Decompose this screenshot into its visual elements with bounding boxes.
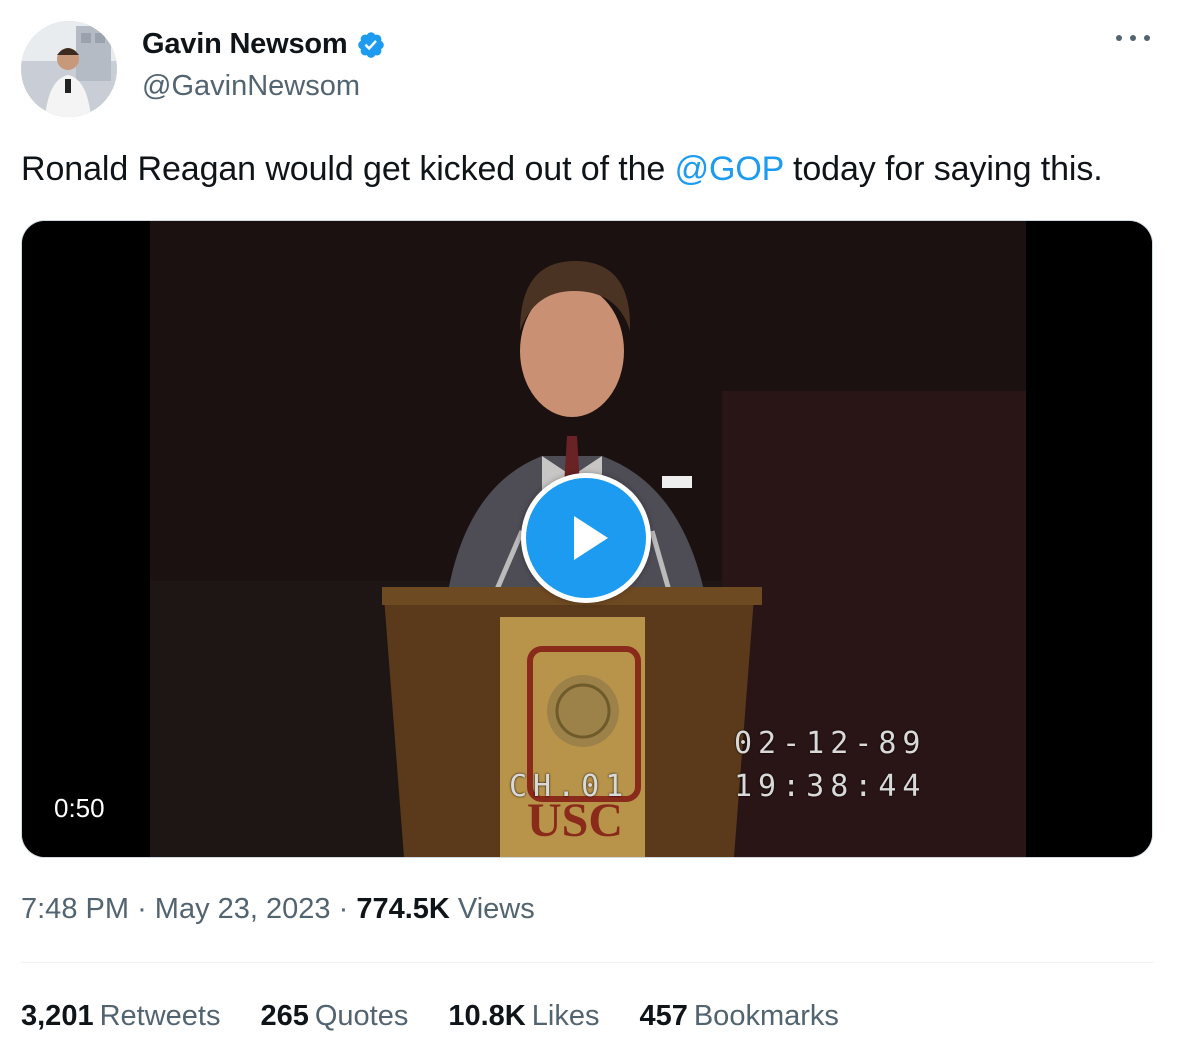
video-player[interactable]: CH.01 USC 02-12-89 19:38:44 0:50 xyxy=(21,220,1153,858)
author-name-row: Gavin Newsom xyxy=(142,28,386,61)
views-count: 774.5K xyxy=(356,893,450,925)
osd-date: 02-12-89 xyxy=(734,726,927,761)
osd-podium-logo: USC xyxy=(527,794,624,847)
avatar[interactable] xyxy=(21,21,117,117)
stat-label: Retweets xyxy=(99,1000,221,1032)
meta-separator: · xyxy=(137,893,147,925)
engagement-stats: 3,201 Retweets 265 Quotes 10.8K Likes 457 Bo… xyxy=(21,1000,879,1033)
play-button[interactable] xyxy=(521,473,651,603)
meta-separator: · xyxy=(338,893,349,925)
stat-retweets[interactable]: 3,201 Retweets xyxy=(21,1000,220,1033)
stat-likes[interactable]: 10.8K Likes xyxy=(448,1000,599,1033)
author-display-name[interactable]: Gavin Newsom xyxy=(142,28,348,61)
tweet-text: Ronald Reagan would get kicked out of th… xyxy=(21,150,1103,189)
tweet-date[interactable]: May 23, 2023 xyxy=(155,893,331,925)
mention-link[interactable]: @GOP xyxy=(675,150,784,188)
views-label: Views xyxy=(457,893,535,925)
tweet: Gavin Newsom @GavinNewsom Ronald Reagan … xyxy=(0,0,1180,1056)
divider xyxy=(21,962,1154,963)
osd-time: 19:38:44 xyxy=(734,769,927,804)
stat-count: 457 xyxy=(639,1000,688,1032)
stat-quotes[interactable]: 265 Quotes xyxy=(260,1000,408,1033)
tweet-time[interactable]: 7:48 PM xyxy=(21,893,129,925)
profile-photo-icon xyxy=(21,21,117,117)
more-options-icon[interactable] xyxy=(1116,28,1150,48)
verified-badge-icon xyxy=(356,30,386,60)
stat-count: 3,201 xyxy=(21,1000,94,1032)
stat-label: Quotes xyxy=(314,1000,409,1032)
stat-label: Bookmarks xyxy=(693,1000,839,1032)
author-handle[interactable]: @GavinNewsom xyxy=(142,70,360,103)
tweet-meta: 7:48 PM · May 23, 2023 · 774.5K Views xyxy=(21,893,535,926)
play-icon xyxy=(574,516,608,560)
tweet-text-before: Ronald Reagan would get kicked out of th… xyxy=(21,150,675,188)
stat-bookmarks[interactable]: 457 Bookmarks xyxy=(639,1000,838,1033)
stat-count: 265 xyxy=(260,1000,309,1032)
video-duration: 0:50 xyxy=(44,789,115,828)
stat-count: 10.8K xyxy=(448,1000,526,1032)
stat-label: Likes xyxy=(531,1000,600,1032)
tweet-text-after: today for saying this. xyxy=(783,150,1103,188)
